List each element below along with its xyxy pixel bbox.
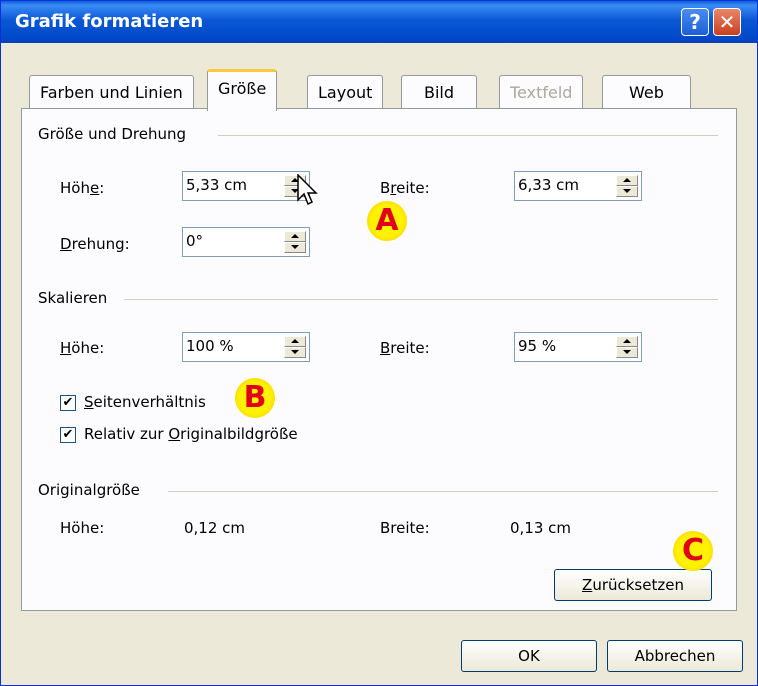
tab-farben-und-linien[interactable]: Farben und Linien <box>29 75 194 109</box>
cancel-button[interactable]: Abbrechen <box>607 640 743 672</box>
tab-web[interactable]: Web <box>602 75 691 109</box>
separator <box>218 135 718 136</box>
relative-original-checkbox[interactable]: ✔ <box>60 427 76 443</box>
spin-up-icon[interactable] <box>284 231 306 242</box>
scale-height-label: Höhe: <box>60 339 105 357</box>
rotation-label: Drehung: <box>60 235 130 253</box>
spin-up-icon[interactable] <box>284 336 306 347</box>
height-value: 5,33 cm <box>186 176 248 194</box>
tab-strip: Farben und Linien Größe Layout Bild Text… <box>1 69 758 111</box>
tab-bild[interactable]: Bild <box>401 75 478 109</box>
scale-width-label: Breite: <box>380 339 430 357</box>
spin-up-icon[interactable] <box>616 336 638 347</box>
relative-original-label[interactable]: Relativ zur Originalbildgröße <box>84 425 298 443</box>
width-spinner[interactable]: 6,33 cm <box>514 171 642 201</box>
original-height-label: Höhe: <box>60 519 105 537</box>
scale-width-spinner[interactable]: 95 % <box>514 332 642 362</box>
height-label: Höhe: <box>60 179 105 197</box>
width-spinner-arrows[interactable] <box>616 175 638 197</box>
dialog-title: Grafik formatieren <box>15 11 204 32</box>
spin-down-icon[interactable] <box>284 242 306 253</box>
reset-button[interactable]: Zurücksetzen <box>554 569 712 601</box>
height-spinner[interactable]: 5,33 cm <box>182 171 310 201</box>
help-button[interactable]: ? <box>681 8 709 36</box>
spin-down-icon[interactable] <box>284 347 306 358</box>
original-width-value: 0,13 cm <box>510 519 572 537</box>
original-height-value: 0,12 cm <box>184 519 246 537</box>
rotation-spinner-arrows[interactable] <box>284 231 306 253</box>
section-heading-scale: Skalieren <box>38 289 108 307</box>
aspect-ratio-checkbox[interactable]: ✔ <box>60 395 76 411</box>
tab-layout[interactable]: Layout <box>307 75 384 109</box>
ok-button[interactable]: OK <box>461 640 597 672</box>
rotation-value: 0° <box>186 232 204 250</box>
scale-height-spinner[interactable]: 100 % <box>182 332 310 362</box>
marker-b: B <box>235 378 275 418</box>
mouse-cursor-icon <box>297 174 318 206</box>
aspect-ratio-label[interactable]: Seitenverhältnis <box>84 393 206 411</box>
scale-width-value: 95 % <box>518 337 557 355</box>
separator <box>168 491 718 492</box>
tab-panel-groesse: Größe und Drehung Höhe: 5,33 cm Breite: … <box>21 108 737 611</box>
width-value: 6,33 cm <box>518 176 580 194</box>
marker-c: C <box>673 531 713 571</box>
tab-groesse[interactable]: Größe <box>207 69 278 111</box>
scale-height-value: 100 % <box>186 337 234 355</box>
section-heading-original: Originalgröße <box>38 481 140 499</box>
separator <box>124 299 718 300</box>
original-width-label: Breite: <box>380 519 430 537</box>
scale-height-spinner-arrows[interactable] <box>284 336 306 358</box>
section-heading-size-rotation: Größe und Drehung <box>38 125 187 143</box>
close-button[interactable]: ✕ <box>713 8 741 36</box>
rotation-spinner[interactable]: 0° <box>182 227 310 257</box>
marker-a: A <box>367 201 407 241</box>
tab-textfeld: Textfeld <box>499 75 584 109</box>
spin-down-icon[interactable] <box>616 347 638 358</box>
dialog-window: Grafik formatieren ? ✕ Farben und Linien… <box>0 0 758 686</box>
spin-up-icon[interactable] <box>616 175 638 186</box>
scale-width-spinner-arrows[interactable] <box>616 336 638 358</box>
width-label: Breite: <box>380 179 430 197</box>
title-bar: Grafik formatieren ? ✕ <box>1 1 757 43</box>
spin-down-icon[interactable] <box>616 186 638 197</box>
